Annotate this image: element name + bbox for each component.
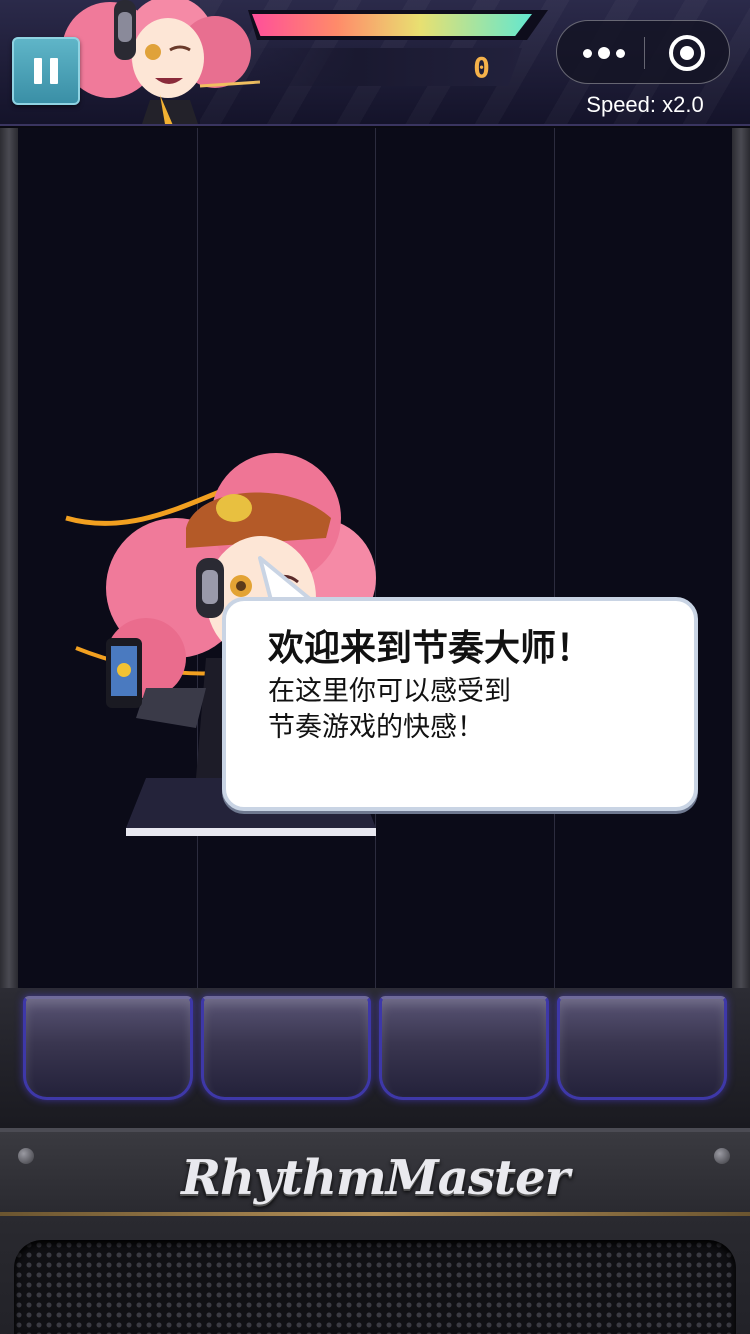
dialog-line: 节奏游戏的快感！	[268, 712, 484, 743]
dialog-line: 在这里你可以感受到	[268, 676, 511, 707]
play-field	[18, 128, 732, 988]
screw-icon	[18, 1148, 34, 1164]
target-circle-icon[interactable]	[669, 35, 705, 71]
gold-trim	[0, 1212, 750, 1216]
hit-pad-4[interactable]	[557, 996, 727, 1100]
song-progress-bar	[0, 124, 54, 126]
pause-icon	[34, 58, 42, 84]
hit-pad-3[interactable]	[379, 996, 549, 1100]
field-frame-left	[0, 128, 18, 988]
score-value: 0	[473, 51, 490, 84]
field-frame-right	[732, 128, 750, 988]
hit-pad-2[interactable]	[201, 996, 371, 1100]
capsule-divider	[644, 37, 645, 69]
health-bar-fill	[252, 14, 532, 36]
dialog-title: 欢迎来到节奏大师！	[268, 628, 593, 669]
screw-icon	[714, 1148, 730, 1164]
brand-logo: RhythmMaster	[181, 1150, 570, 1206]
hit-pad-1[interactable]	[23, 996, 193, 1100]
miniprogram-capsule	[556, 20, 730, 84]
speed-label: Speed: x2.0	[586, 92, 704, 117]
speaker-grille	[14, 1240, 736, 1334]
health-bar	[248, 10, 548, 40]
top-hud: 0 Speed: x2.0	[0, 0, 750, 126]
pause-button[interactable]	[12, 37, 80, 105]
more-dots-icon[interactable]	[579, 39, 629, 67]
